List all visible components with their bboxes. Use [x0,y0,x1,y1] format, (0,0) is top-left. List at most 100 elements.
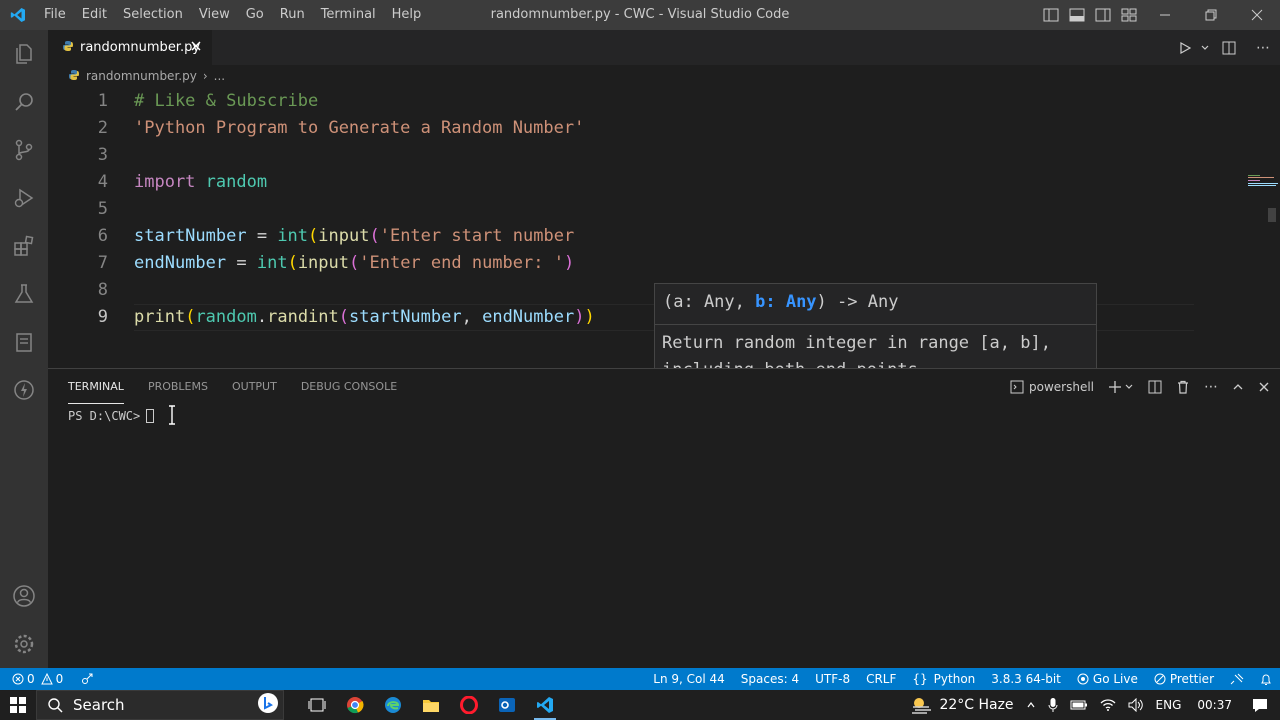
account-icon[interactable] [0,572,48,620]
remote-explorer-icon[interactable] [0,318,48,366]
token: random [195,306,257,327]
breadcrumb-file[interactable]: randomnumber.py [86,69,197,83]
split-editor-icon[interactable] [1212,41,1246,55]
menu-selection[interactable]: Selection [115,0,191,30]
tab-terminal[interactable]: TERMINAL [68,369,124,404]
explorer-icon[interactable] [0,30,48,78]
live-share-status-icon[interactable] [81,671,95,688]
token: ( [349,252,360,273]
file-explorer-icon[interactable] [412,690,450,720]
code-text: # Like & Subscribe [134,90,319,111]
taskbar-apps [298,690,564,720]
opera-icon[interactable] [450,690,488,720]
weather-haze-icon [912,698,932,714]
task-view-icon[interactable] [298,690,336,720]
more-actions-icon[interactable]: ⋯ [1246,40,1280,56]
tab-randomnumber-py[interactable]: randomnumber.py [48,30,212,65]
volume-icon[interactable] [1128,698,1144,712]
editor-tabs: randomnumber.py ⋯ [48,30,1280,65]
outlook-icon[interactable] [488,690,526,720]
more-actions-icon[interactable]: ⋯ [1204,379,1218,395]
code-line: 7 endNumber = int(input('Enter end numbe… [48,249,1198,276]
line-ending[interactable]: CRLF [866,672,896,686]
tab-problems[interactable]: PROBLEMS [148,369,208,404]
edge-icon[interactable] [374,690,412,720]
minimap[interactable] [1246,174,1280,188]
breadcrumb: randomnumber.py › ... [48,65,1280,87]
feedback-icon[interactable] [1230,673,1244,685]
tray-chevron-up-icon[interactable] [1026,700,1036,710]
taskbar-search[interactable]: Search [36,690,284,720]
menu-view[interactable]: View [191,0,238,30]
token: startNumber [134,225,247,246]
search-icon[interactable] [0,78,48,126]
source-control-icon[interactable] [0,126,48,174]
split-terminal-icon[interactable] [1148,380,1162,394]
extensions-icon[interactable] [0,222,48,270]
python-file-icon [62,40,74,56]
toggle-panel-icon[interactable] [1064,0,1090,30]
python-interpreter[interactable]: 3.8.3 64-bit [991,672,1061,686]
run-dropdown-chevron-icon[interactable] [1198,43,1212,53]
activity-bar [0,30,48,668]
vscode-taskbar-icon[interactable] [526,690,564,720]
window-controls [1038,0,1280,30]
new-terminal-plus-icon[interactable] [1108,380,1134,394]
settings-gear-icon[interactable] [0,620,48,668]
code-editor[interactable]: 1 # Like & Subscribe 2 'Python Program t… [48,87,1280,390]
menu-go[interactable]: Go [238,0,272,30]
terminal-cursor [146,409,155,423]
encoding[interactable]: UTF-8 [815,672,850,686]
battery-icon[interactable] [1070,700,1088,710]
tab-debug-console[interactable]: DEBUG CONSOLE [301,369,397,404]
microphone-icon[interactable] [1048,697,1058,713]
wifi-icon[interactable] [1100,698,1116,712]
shell-name: powershell [1029,379,1094,394]
windows-start-icon[interactable] [0,690,36,720]
minimize-icon[interactable] [1142,0,1188,30]
maximize-panel-chevron-up-icon[interactable] [1232,381,1244,393]
system-tray: 22°C Haze ENG 00:37 [903,690,1280,720]
close-panel-icon[interactable] [1258,381,1270,393]
testing-icon[interactable] [0,270,48,318]
tab-output[interactable]: OUTPUT [232,369,277,404]
go-live[interactable]: Go Live [1077,672,1138,686]
kill-terminal-trash-icon[interactable] [1176,380,1190,394]
indentation[interactable]: Spaces: 4 [741,672,799,686]
prettier-check-icon [1154,673,1166,685]
prettier-label: Prettier [1169,672,1214,686]
code-text: print(random.randint(startNumber, endNum… [134,307,595,327]
weather-widget[interactable]: 22°C Haze [909,696,1014,714]
token: = [246,225,278,246]
editor-scrollbar-marker[interactable] [1268,208,1276,222]
input-language[interactable]: ENG [1156,698,1182,712]
terminal-output[interactable]: PS D:\CWC> [68,409,155,423]
line-number: 6 [97,225,108,246]
menu-terminal[interactable]: Terminal [313,0,384,30]
menu-edit[interactable]: Edit [74,0,115,30]
language-mode[interactable]: {} Python [912,672,975,686]
menu-file[interactable]: File [36,0,74,30]
clock[interactable]: 00:37 [1197,698,1232,712]
prettier[interactable]: Prettier [1154,672,1214,686]
toggle-sidebar-icon[interactable] [1038,0,1064,30]
restore-icon[interactable] [1188,0,1234,30]
menu-help[interactable]: Help [384,0,430,30]
close-window-icon[interactable] [1234,0,1280,30]
customize-layout-icon[interactable] [1116,0,1142,30]
toggle-secondary-sidebar-icon[interactable] [1090,0,1116,30]
problems-status[interactable]: 0 0 [12,672,63,686]
run-python-icon[interactable] [1172,41,1198,54]
run-debug-icon[interactable] [0,174,48,222]
live-share-icon[interactable] [0,366,48,414]
chrome-icon[interactable] [336,690,374,720]
menu-run[interactable]: Run [272,0,313,30]
cursor-position[interactable]: Ln 9, Col 44 [653,672,725,686]
close-tab-icon[interactable] [190,40,202,56]
breadcrumb-more[interactable]: ... [214,69,225,83]
chevron-down-icon [1125,384,1133,389]
action-center-icon[interactable] [1252,697,1268,713]
menu-bar: File Edit Selection View Go Run Terminal… [36,0,429,30]
notifications-bell-icon[interactable] [1260,673,1272,686]
terminal-selector[interactable]: powershell [1010,380,1094,394]
